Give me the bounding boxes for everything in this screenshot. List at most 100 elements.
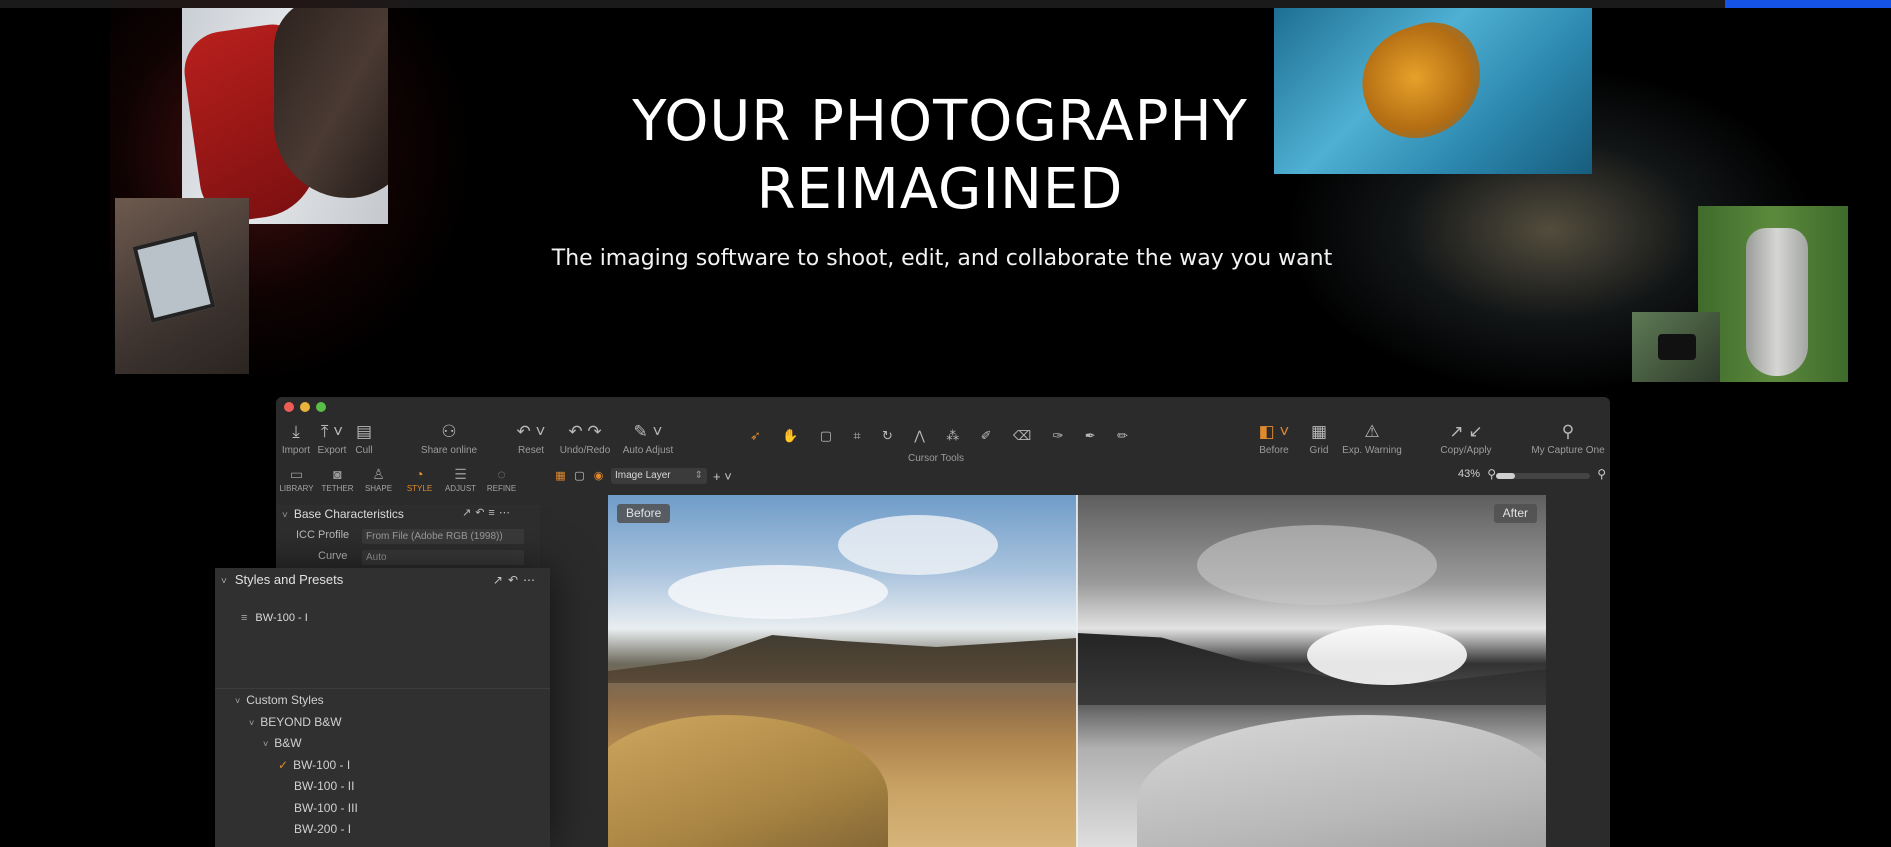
before-label: Before [1259, 445, 1289, 456]
styles-panel-divider [215, 688, 550, 689]
photo-face-shape [274, 8, 388, 198]
photo-tablet-screen [132, 231, 216, 323]
before-badge: Before [617, 504, 671, 523]
current-style-label: BW-100 - I [255, 612, 308, 624]
hero-title: YOUR PHOTOGRAPHY REIMAGINED [560, 88, 1320, 224]
after-sand [1137, 715, 1546, 847]
zoom-out-icon[interactable]: ⚲ [1487, 467, 1496, 481]
base-characteristics-header[interactable]: ˅ Base Characteristics [282, 505, 404, 523]
tree-subfolder-bw[interactable]: ˅ B&W [263, 736, 302, 750]
icc-profile-select[interactable]: From File (Adobe RGB (1998)) [362, 529, 524, 544]
undo-redo-icon: ↶ ↷ [568, 422, 602, 441]
tab-style[interactable]: ◔ STYLE [399, 465, 440, 501]
auto-adjust-icon: ✎ ˅ [633, 422, 663, 441]
after-cloud-right [1307, 625, 1467, 685]
loupe-cursor-icon[interactable]: ▢ [820, 428, 832, 444]
undo-redo-button[interactable]: ↶ ↷ Undo/Redo [558, 419, 612, 456]
pan-cursor-icon[interactable]: ✋ [782, 428, 798, 444]
tree-style-item-label: BW-100 - II [294, 779, 355, 793]
import-icon: ⤓ [292, 422, 300, 441]
export-button[interactable]: ⤒ ˅ Export [314, 419, 350, 456]
before-after-divider[interactable] [1076, 495, 1078, 847]
zoom-in-icon[interactable]: ⚲ [1597, 467, 1606, 481]
current-style[interactable]: ≡ BW-100 - I [241, 612, 308, 624]
annotate-cursor-icon[interactable]: ✏ [1117, 428, 1128, 444]
folder-icon: ▭ [289, 466, 304, 482]
import-button[interactable]: ⤓ Import [280, 419, 312, 456]
rotate-cursor-icon[interactable]: ↻ [882, 428, 893, 444]
auto-adjust-label: Auto Adjust [622, 445, 674, 456]
close-window-button[interactable] [284, 402, 294, 412]
styles-panel-title: Styles and Presets [234, 572, 344, 587]
share-online-button[interactable]: ⚇ Share online [416, 419, 482, 456]
tab-adjust[interactable]: ☰ ADJUST [440, 465, 481, 501]
exposure-warning-button[interactable]: ⚠ Exp. Warning [1340, 419, 1404, 456]
styles-and-presets-panel: ˅ Styles and Presets ↗↶⋯ ≡ BW-100 - I ˅ Cus… [215, 568, 550, 847]
before-mountain [608, 635, 1077, 683]
copy-apply-icon: ↗ ↙ [1449, 422, 1483, 441]
tree-folder-beyond-bw[interactable]: ˅ BEYOND B&W [249, 715, 342, 729]
top-accent-bar[interactable] [1725, 0, 1891, 8]
auto-adjust-button[interactable]: ✎ ˅ Auto Adjust [620, 419, 676, 456]
tab-refine[interactable]: ◌ REFINE [481, 465, 522, 501]
minimize-window-button[interactable] [300, 402, 310, 412]
eraser-cursor-icon[interactable]: ⌫ [1013, 428, 1031, 444]
copy-apply-button[interactable]: ↗ ↙ Copy/Apply [1436, 419, 1496, 456]
style-icon: ◔ [415, 466, 424, 482]
chevron-down-icon: ˅ [263, 739, 269, 749]
brush-cursor-icon[interactable]: ✐ [981, 428, 992, 444]
image-viewer[interactable]: Before After [608, 495, 1546, 847]
maximize-window-button[interactable] [316, 402, 326, 412]
hero-title-line1: YOUR PHOTOGRAPHY [632, 89, 1248, 154]
after-badge: After [1493, 504, 1537, 523]
single-view-icon[interactable]: ▢ [573, 470, 586, 483]
grid-view-icon[interactable]: ▦ [554, 470, 567, 483]
tree-style-item-label: BW-200 - I [294, 822, 352, 836]
tree-custom-styles[interactable]: ˅ Custom Styles [235, 693, 324, 707]
layer-select[interactable]: Image Layer ⇕ [611, 468, 707, 484]
grid-label: Grid [1309, 445, 1329, 456]
tree-style-item[interactable]: ✓ BW-100 - I [278, 758, 350, 772]
styles-panel-actions[interactable]: ↗↶⋯ [493, 568, 540, 592]
tab-style-label: STYLE [406, 484, 433, 493]
tab-library[interactable]: ▭ LIBRARY [276, 465, 317, 501]
my-capture-one-button[interactable]: ⚲ My Capture One [1528, 419, 1608, 456]
secondary-toolbar: ▭ LIBRARY ◙ TETHER ♙ SHAPE ◔ STYLE ☰ ADJ… [276, 465, 1610, 493]
share-online-label: Share online [420, 445, 478, 456]
before-button[interactable]: ◧ ˅ Before [1254, 419, 1294, 456]
base-characteristics-actions[interactable]: ↗↶≡⋯ [462, 506, 514, 519]
gradient-cursor-icon[interactable]: ✑ [1053, 428, 1064, 444]
curve-select[interactable]: Auto [362, 550, 524, 565]
cursor-tools-group: ➶ ✋ ▢ ⌗ ↻ ⋀ ⁂ ✐ ⌫ ✑ ✒ ✏ [744, 424, 1134, 448]
select-cursor-icon[interactable]: ➶ [750, 428, 761, 444]
chevron-down-icon: ˅ [249, 718, 255, 728]
after-image [1077, 495, 1546, 847]
checkmark-icon: ✓ [278, 758, 289, 772]
reset-button[interactable]: ↶ ˅ Reset [514, 419, 548, 456]
tree-style-item[interactable]: BW-200 - I [294, 822, 351, 836]
photo-photographer-camera [1632, 312, 1720, 382]
my-capture-one-label: My Capture One [1531, 445, 1605, 456]
keystone-cursor-icon[interactable]: ⋀ [914, 428, 925, 444]
crop-cursor-icon[interactable]: ⌗ [853, 428, 860, 444]
spot-cursor-icon[interactable]: ⁂ [946, 428, 959, 444]
zoom-slider-fill [1496, 473, 1515, 479]
before-grass [608, 715, 888, 847]
grid-button[interactable]: ▦ Grid [1304, 419, 1334, 456]
eye-view-icon[interactable]: ◉ [592, 470, 605, 483]
add-layer-icon[interactable]: + ˅ [713, 469, 732, 484]
zoom-slider[interactable] [1496, 473, 1590, 479]
list-icon: ≡ [241, 612, 248, 624]
picker-cursor-icon[interactable]: ✒ [1085, 428, 1096, 444]
cull-button[interactable]: ▤ Cull [352, 419, 376, 456]
tab-tether[interactable]: ◙ TETHER [317, 465, 358, 501]
tree-style-item[interactable]: BW-100 - III [294, 801, 358, 815]
tree-style-item[interactable]: BW-100 - II [294, 779, 354, 793]
base-characteristics-title: Base Characteristics [293, 507, 404, 521]
grid-icon: ▦ [1310, 422, 1328, 441]
sliders-icon: ☰ [454, 466, 467, 482]
tab-adjust-label: ADJUST [444, 484, 477, 493]
cull-icon: ▤ [355, 422, 373, 441]
tab-shape[interactable]: ♙ SHAPE [358, 465, 399, 501]
import-label: Import [281, 445, 311, 456]
